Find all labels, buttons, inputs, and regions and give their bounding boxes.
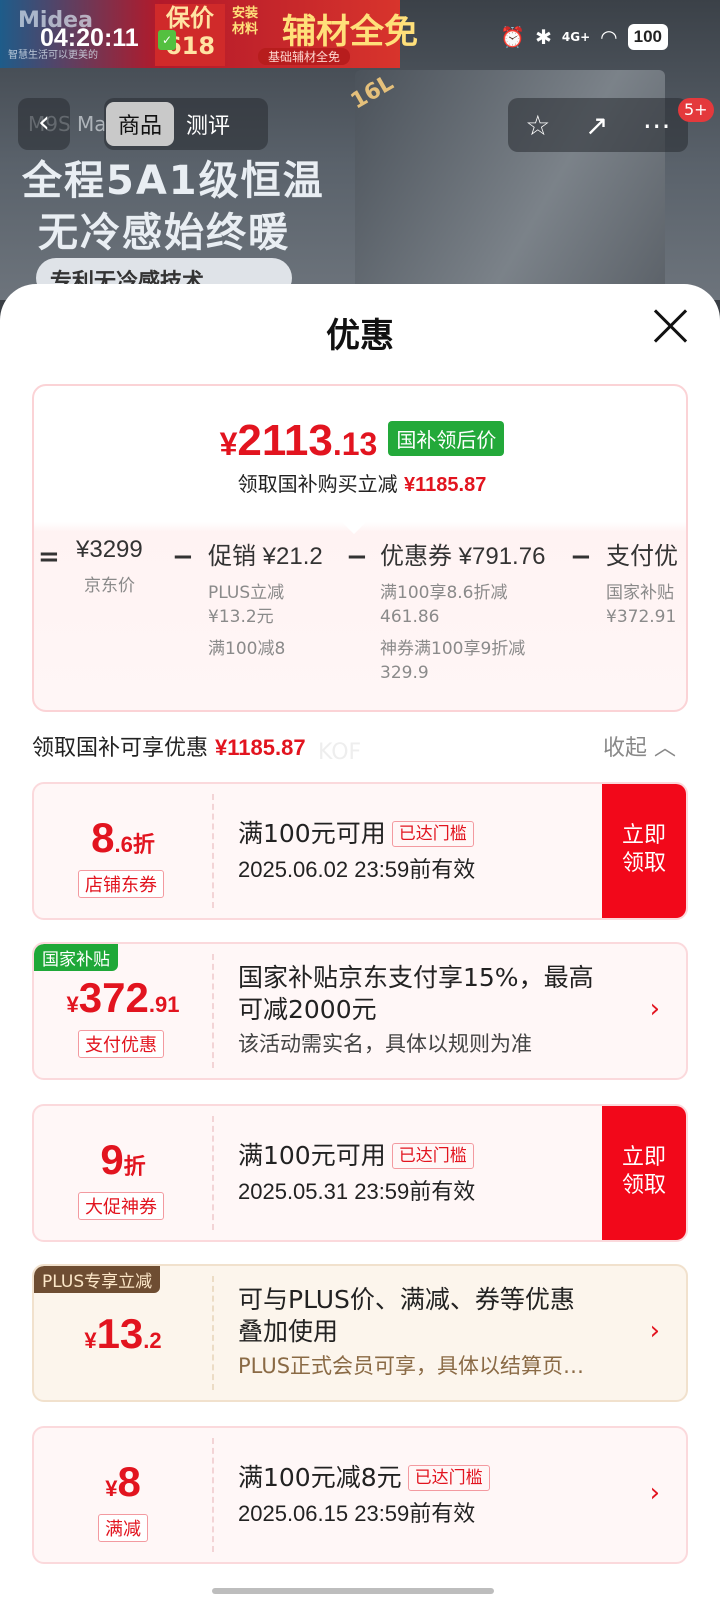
wifi-icon: ◠ <box>600 25 618 49</box>
app-notification-icon: ✓ <box>158 30 176 50</box>
collapse-button[interactable]: 收起 ︿ <box>603 730 676 762</box>
formula-op: − <box>570 542 592 572</box>
formula-op: − <box>346 542 368 572</box>
final-price: ¥2113.13 <box>219 416 378 465</box>
subsidy-ribbon: 国家补贴 <box>34 944 118 971</box>
full-reduction-card[interactable]: ¥8 满减 满100元减8元 已达门槛 2025.06.15 23:59前有效 › <box>32 1426 688 1564</box>
claim-button[interactable]: 立即 领取 <box>602 784 686 918</box>
formula-item: 支付优 国家补贴 ¥372.91 <box>606 543 678 627</box>
share-icon[interactable]: ↗ <box>585 109 608 142</box>
coupon-card[interactable]: 8.6折 店铺东券 满100元可用 已达门槛 2025.06.02 23:59前有… <box>32 782 688 920</box>
top-actions: ☆ ↗ ⋯ <box>508 98 688 152</box>
status-bar: 04:20:11 ✓ ⏰ ✱ 4G+ ◠ 100 <box>0 0 720 80</box>
chevron-right-icon[interactable]: › <box>650 994 660 1024</box>
formula-item: 优惠券 ¥791.76 满100享8.6折减 461.86 神券满100享9折减 3… <box>380 543 546 683</box>
signal-icon: 4G+ <box>561 30 591 44</box>
price-summary: ¥2113.13 国补领后价 领取国补购买立减 ¥1185.87 = ¥3299… <box>32 384 688 712</box>
chevron-left-icon: ‹ <box>38 105 50 140</box>
bluetooth-icon: ✱ <box>535 25 552 49</box>
banner-slogan-2: 无冷感始终暖 <box>38 210 290 256</box>
saving-amount: ¥1185.87 <box>404 474 487 496</box>
clock: 04:20:11 <box>40 24 139 52</box>
formula-item: ¥3299 京东价 <box>76 536 143 596</box>
final-price-row: ¥2113.13 国补领后价 <box>34 416 686 466</box>
plus-discount-card[interactable]: PLUS专享立减 ¥13.2 可与PLUS价、满减、券等优惠叠加使用 PLUS正… <box>32 1264 688 1402</box>
more-icon[interactable]: ⋯ <box>643 109 671 142</box>
threshold-reached-badge: 已达门槛 <box>407 1465 490 1491</box>
chevron-right-icon[interactable]: › <box>650 1478 660 1508</box>
close-icon[interactable] <box>650 306 690 346</box>
validity-date: 2025.05.31 23:59前有效 <box>238 1179 476 1204</box>
discount-sheet: 优惠 ¥2113.13 国补领后价 领取国补购买立减 ¥1185.87 = ¥3… <box>0 284 720 1600</box>
subsidy-card[interactable]: 国家补贴 ¥372.91 支付优惠 国家补贴京东支付享15%，最高可减2000元… <box>32 942 688 1080</box>
watermark: KOF <box>318 740 362 765</box>
tab-product[interactable]: 商品 <box>106 102 175 146</box>
top-tabs: 商品 测评 <box>104 98 268 150</box>
claim-button[interactable]: 立即 领取 <box>602 1106 686 1240</box>
message-count-badge: 5+ <box>678 98 714 122</box>
alarm-icon: ⏰ <box>500 25 526 49</box>
coupon-type: 满减 <box>98 1514 148 1542</box>
coupon-card[interactable]: 9折 大促神券 满100元可用 已达门槛 2025.05.31 23:59前有效 … <box>32 1104 688 1242</box>
threshold-reached-badge: 已达门槛 <box>391 821 474 847</box>
validity-date: 2025.06.15 23:59前有效 <box>238 1501 476 1526</box>
formula-op: = <box>38 542 60 572</box>
section-heading: 领取国补可享优惠 ¥1185.87 <box>32 735 306 761</box>
subsidy-price-tag: 国补领后价 <box>388 421 505 456</box>
coupon-type: 支付优惠 <box>78 1030 164 1058</box>
plus-ribbon: PLUS专享立减 <box>34 1266 161 1293</box>
banner-slogan-1: 全程5A1级恒温 <box>22 158 325 204</box>
home-indicator[interactable] <box>212 1588 494 1594</box>
validity-date: 2025.06.02 23:59前有效 <box>238 857 476 882</box>
coupon-type: 大促神券 <box>78 1192 164 1220</box>
threshold-reached-badge: 已达门槛 <box>391 1143 474 1169</box>
tab-review[interactable]: 测评 <box>174 102 242 146</box>
chevron-up-icon: ︿ <box>653 736 676 761</box>
favorite-star-icon[interactable]: ☆ <box>525 109 550 142</box>
coupon-type: 店铺东券 <box>78 870 164 898</box>
formula-op: − <box>172 542 194 572</box>
price-formula: = ¥3299 京东价 − 促销 ¥21.2 PLUS立减 ¥13.2元 满100… <box>34 536 686 706</box>
section-amount: ¥1185.87 <box>215 735 306 760</box>
sheet-title: 优惠 <box>326 316 394 356</box>
subsidy-saving-line: 领取国补购买立减 ¥1185.87 <box>237 472 487 496</box>
battery-indicator: 100 <box>627 24 668 50</box>
formula-item: 促销 ¥21.2 PLUS立减 ¥13.2元 满100减8 <box>208 543 323 659</box>
back-button[interactable]: ‹ <box>18 98 70 150</box>
chevron-right-icon[interactable]: › <box>650 1316 660 1346</box>
